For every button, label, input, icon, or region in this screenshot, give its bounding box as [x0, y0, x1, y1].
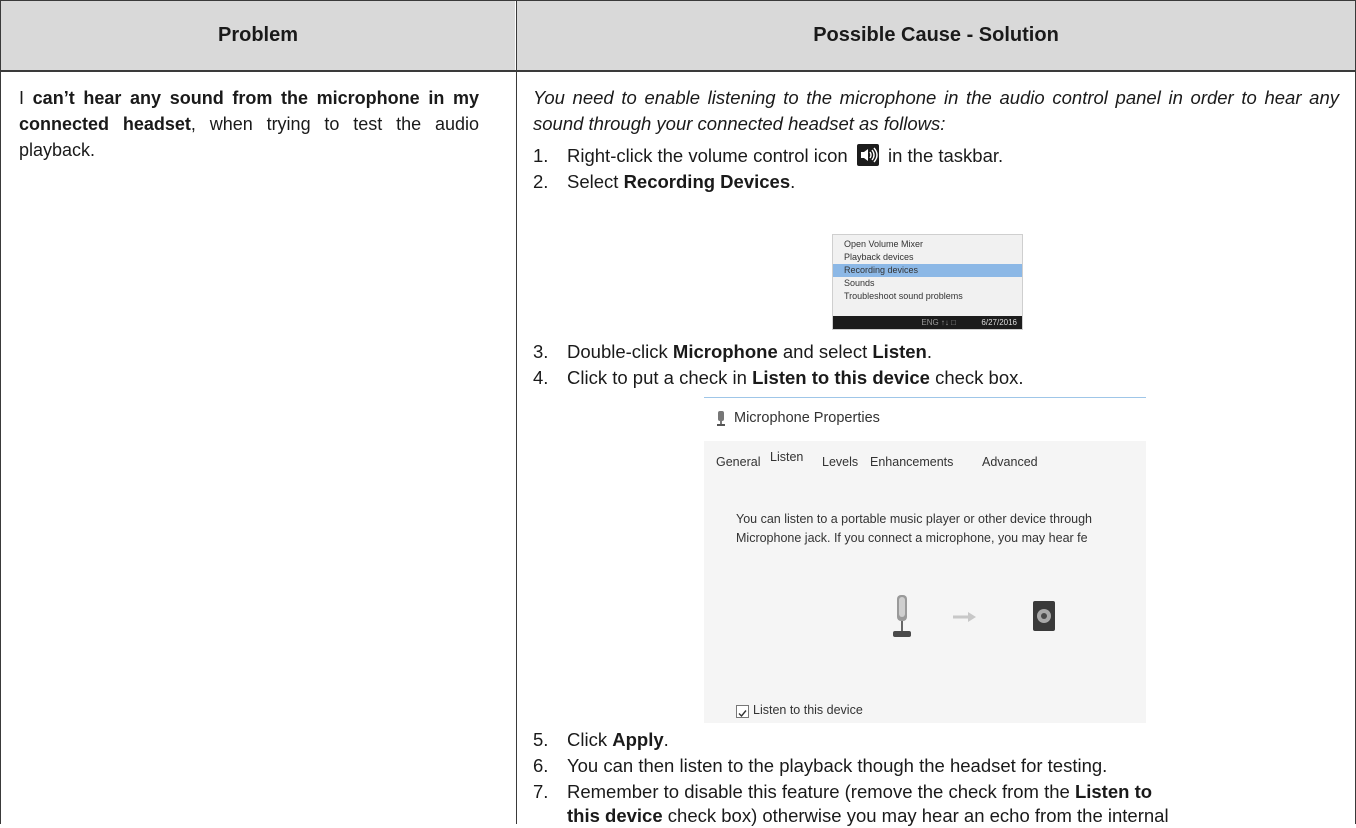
step-number: 6. [533, 755, 549, 776]
step-text: Double-click [567, 341, 673, 362]
step-text: You can then listen to the playback thou… [567, 755, 1108, 776]
step-text: Select [567, 171, 624, 192]
step-text-end: check box) otherwise you may hear an ech… [662, 805, 1169, 826]
microphone-device-icon [893, 595, 911, 637]
step-text-end: . [663, 729, 669, 750]
tab-general[interactable]: General [716, 455, 760, 469]
step-7-continued: this device check box) otherwise you may… [567, 804, 1169, 828]
step-7: 7. Remember to disable this feature (remo… [533, 780, 1152, 804]
dialog-description-line-1: You can listen to a portable music playe… [736, 512, 1092, 526]
dialog-description-line-2: Microphone jack. If you connect a microp… [736, 531, 1088, 545]
microphone-icon [717, 411, 725, 426]
step-number: 7. [533, 781, 549, 802]
step-text: Click [567, 729, 613, 750]
step-4: 4. Click to put a check in Listen to this… [533, 366, 1024, 390]
troubleshooting-table: Problem Possible Cause - Solution I can’… [0, 0, 1356, 826]
step-text-mid: and select [777, 341, 873, 362]
step-text: Right-click the volume control icon [567, 145, 853, 166]
step-text: Click to put a check in [567, 367, 753, 388]
arrow-right-icon [953, 612, 976, 622]
step-text: Remember to disable this feature (remove… [567, 781, 1075, 802]
step-text-end: in the taskbar. [882, 145, 1004, 166]
dialog-body [704, 441, 1146, 723]
tab-enhancements[interactable]: Enhancements [870, 455, 953, 469]
step-number: 1. [533, 145, 549, 166]
step-number: 2. [533, 171, 549, 192]
taskbar-date: 6/27/2016 [981, 318, 1017, 327]
solution-column-header: Possible Cause - Solution [517, 1, 1355, 70]
table-border-top [0, 0, 1356, 1]
problem-header-label: Problem [217, 24, 299, 46]
column-divider [516, 0, 517, 824]
microphone-properties-dialog: Microphone Properties General Listen Lev… [704, 397, 1146, 723]
header-divider [0, 70, 1356, 72]
problem-column-header: Problem [1, 1, 515, 70]
problem-prefix: I [19, 88, 33, 108]
dialog-title: Microphone Properties [734, 410, 880, 426]
step-text-end: check box. [929, 367, 1024, 388]
step-1: 1. Right-click the volume control icon in… [533, 144, 1003, 168]
step-3: 3. Double-click Microphone and select Lis… [533, 340, 932, 364]
step-number: 4. [533, 367, 549, 388]
ctx-item-troubleshoot[interactable]: Troubleshoot sound problems [833, 290, 1022, 303]
dialog-accent-line [704, 397, 1146, 398]
step-bold: Listen to [1074, 781, 1153, 802]
step-text-end: . [926, 341, 932, 362]
step-bold: this device [567, 805, 663, 826]
step-bold: Apply [612, 729, 664, 750]
tab-levels[interactable]: Levels [822, 455, 858, 469]
solution-header-label: Possible Cause - Solution [813, 24, 1059, 46]
step-bold: Listen to this device [752, 367, 930, 388]
step-5: 5. Click Apply. [533, 728, 669, 752]
problem-text: I can’t hear any sound from the micropho… [19, 85, 479, 163]
ctx-item-playback-devices[interactable]: Playback devices [833, 251, 1022, 264]
solution-intro: You need to enable listening to the micr… [533, 87, 1339, 134]
listen-checkbox[interactable] [736, 705, 749, 718]
tab-listen[interactable]: Listen [770, 450, 803, 464]
step-bold-2: Listen [872, 341, 927, 362]
ctx-item-recording-devices[interactable]: Recording devices [833, 264, 1022, 277]
ctx-item-open-volume-mixer[interactable]: Open Volume Mixer [833, 238, 1022, 251]
step-text-end: . [790, 171, 796, 192]
step-number: 3. [533, 341, 549, 362]
ctx-item-sounds[interactable]: Sounds [833, 277, 1022, 290]
step-2: 2. Select Recording Devices. [533, 170, 795, 194]
step-6: 6. You can then listen to the playback th… [533, 754, 1107, 778]
volume-icon [856, 144, 879, 166]
taskbar-strip: ENG ↑↓ □ 6/27/2016 [833, 316, 1022, 329]
speaker-icon [1033, 601, 1055, 631]
tray-icons: ENG ↑↓ □ [921, 318, 956, 327]
step-number: 5. [533, 729, 549, 750]
checkmark-icon [738, 710, 747, 718]
tab-advanced[interactable]: Advanced [982, 455, 1038, 469]
step-bold: Recording Devices [623, 171, 791, 192]
table-border-left [0, 0, 1, 824]
context-menu: Open Volume Mixer Playback devices Recor… [832, 234, 1023, 330]
step-bold: Microphone [672, 341, 778, 362]
listen-checkbox-label[interactable]: Listen to this device [753, 703, 863, 717]
